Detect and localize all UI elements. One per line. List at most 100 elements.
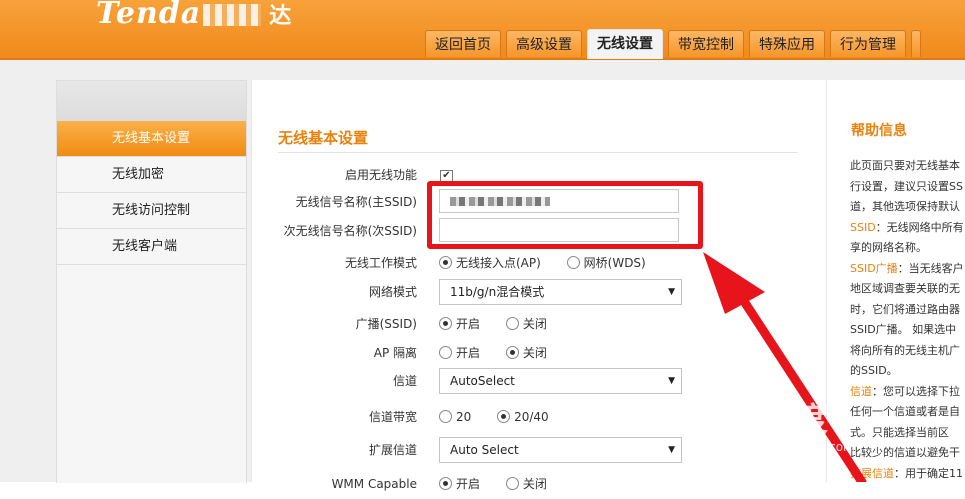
help-panel: 帮助信息 此页面只要对无线基本 行设置，建议只设置SS 道，其他选项保持默认 S… (826, 80, 965, 482)
mode-wds-option[interactable]: 网桥(WDS) (566, 248, 646, 278)
netmode-value: 11b/g/n混合模式 (450, 285, 545, 299)
logo-suffix: 达 (269, 3, 293, 29)
help-line: 扩展信道：用于确定11 (850, 464, 965, 483)
sidebar-item-clients[interactable]: 无线客户端 (57, 229, 246, 265)
row-net-mode: 网络模式 11b/g/n混合模式 ▼ (252, 277, 827, 307)
chevron-down-icon: ▼ (668, 287, 675, 297)
sidebar-item-wireless-basic[interactable]: 无线基本设置 (57, 121, 246, 157)
wmm-off-option[interactable]: 关闭 (505, 469, 547, 499)
netmode-select[interactable]: 11b/g/n混合模式 ▼ (439, 279, 682, 305)
help-line: 信道：您可以选择下拉 (850, 382, 965, 403)
ap-iso-on-radio[interactable] (439, 346, 452, 359)
bw-20-option[interactable]: 20 (439, 402, 471, 432)
ext-channel-value: Auto Select (450, 443, 519, 457)
help-line: 此页面只要对无线基本 (850, 159, 960, 172)
sidebar: 无线基本设置 无线加密 无线访问控制 无线客户端 (56, 80, 247, 483)
tab-wireless[interactable]: 无线设置 (587, 29, 663, 59)
mode-ap-text: 无线接入点(AP) (456, 256, 541, 270)
ssid2-label: 次无线信号名称(次SSID) (283, 224, 417, 238)
section-divider (278, 152, 798, 153)
mode-radio-group: 无线接入点(AP) 网桥(WDS) (439, 248, 668, 278)
ap-iso-off-text: 关闭 (522, 346, 547, 360)
mode-wds-radio[interactable] (566, 256, 580, 269)
help-line: 式。只能选择当前区 (850, 425, 949, 439)
main-content: 无线基本设置 启用无线功能 ✔ 无线信号名称(主SSID) 次无线信号名称(次S… (251, 80, 827, 491)
wmm-on-radio[interactable] (439, 477, 452, 490)
help-keyword: SSID广播 (850, 261, 898, 275)
tab-more[interactable] (911, 30, 921, 57)
ap-iso-on-option[interactable]: 开启 (439, 338, 480, 368)
tab-behavior[interactable]: 行为管理 (830, 30, 906, 57)
tab-home[interactable]: 返回首页 (425, 30, 501, 57)
help-line: 享的网络名称。 (850, 241, 927, 254)
wmm-label: WMM Capable (331, 477, 417, 491)
help-line: 行设置，建议只设置SS (850, 179, 963, 193)
tab-advanced[interactable]: 高级设置 (506, 30, 582, 57)
help-line: 地区域调查要关联的无 (850, 282, 960, 295)
help-line: SSID广播。 如果选中 (850, 323, 957, 336)
help-line: SSID：无线网络中所有 (850, 218, 965, 239)
row-broadcast: 广播(SSID) 开启 关闭 (252, 309, 827, 339)
logo-text: Tenda (96, 0, 202, 31)
mode-wds-text: 网桥(WDS) (583, 256, 646, 270)
help-line-text: ：当无线客户 (897, 261, 964, 275)
row-work-mode: 无线工作模式 无线接入点(AP) 网桥(WDS) (252, 248, 827, 278)
ap-iso-on-text: 开启 (456, 346, 481, 360)
bw-2040-text: 20/40 (514, 410, 549, 424)
row-bandwidth: 信道带宽 20 20/40 (252, 402, 827, 432)
router-header: Tenda 达 返回首页 高级设置 无线设置 带宽控制 特殊应用 行为管理 (0, 0, 965, 60)
help-line: 将向所有的无线主机广 (850, 343, 960, 357)
row-ext-channel: 扩展信道 Auto Select ▼ (252, 435, 827, 465)
highlight-box (427, 181, 703, 249)
wmm-on-text: 开启 (456, 477, 481, 491)
tab-bandwidth[interactable]: 带宽控制 (668, 30, 744, 57)
help-line: SSID广播：当无线客户 (850, 259, 965, 280)
broadcast-on-radio[interactable] (439, 317, 452, 330)
help-keyword: 扩展信道 (850, 466, 894, 480)
mode-label: 无线工作模式 (344, 256, 417, 270)
help-line: 道，其他选项保持默认 (850, 200, 960, 213)
chevron-down-icon: ▼ (668, 445, 675, 455)
sidebar-header (57, 81, 246, 121)
wmm-on-option[interactable]: 开启 (439, 469, 480, 499)
help-line-text: ：您可以选择下拉 (872, 384, 960, 398)
bw-2040-radio[interactable] (497, 410, 511, 423)
enable-label: 启用无线功能 (344, 168, 417, 182)
broadcast-on-text: 开启 (456, 317, 481, 331)
ap-iso-label: AP 隔离 (373, 346, 417, 360)
wmm-off-text: 关闭 (522, 477, 547, 491)
help-line-text: ：无线网络中所有 (875, 220, 964, 234)
wmm-off-radio[interactable] (505, 477, 519, 490)
main-tabs: 返回首页 高级设置 无线设置 带宽控制 特殊应用 行为管理 (425, 29, 926, 59)
sidebar-item-access-control[interactable]: 无线访问控制 (57, 193, 246, 229)
ap-iso-off-radio[interactable] (505, 346, 519, 359)
ext-channel-select[interactable]: Auto Select ▼ (439, 437, 682, 463)
logo-blur (203, 4, 262, 26)
ap-iso-radio-group: 开启 关闭 (439, 338, 569, 368)
bw-20-radio[interactable] (439, 410, 452, 423)
help-keyword: SSID (850, 220, 876, 234)
help-line: 比较少的信道以避免干 (850, 446, 960, 459)
watermark-url: jingyan.baidu.com (744, 440, 855, 454)
row-ap-isolation: AP 隔离 开启 关闭 (252, 338, 827, 368)
broadcast-radio-group: 开启 关闭 (439, 309, 569, 339)
broadcast-off-option[interactable]: 关闭 (505, 309, 547, 339)
tab-special[interactable]: 特殊应用 (749, 30, 825, 57)
help-line: 的SSID。 (850, 364, 898, 377)
broadcast-off-radio[interactable] (505, 317, 519, 330)
channel-select[interactable]: AutoSelect ▼ (439, 368, 682, 394)
ap-iso-off-option[interactable]: 关闭 (505, 338, 547, 368)
help-line: 任何一个信道或者是自 (850, 405, 960, 418)
broadcast-off-text: 关闭 (522, 317, 547, 331)
watermark-logo: Bai度 (742, 400, 828, 438)
brand-logo: Tenda 达 (96, 0, 292, 31)
bw-2040-option[interactable]: 20/40 (497, 402, 549, 432)
broadcast-on-option[interactable]: 开启 (439, 309, 480, 339)
mode-ap-option[interactable]: 无线接入点(AP) (439, 248, 541, 278)
channel-label: 信道 (392, 374, 417, 388)
ssid-label: 无线信号名称(主SSID) (295, 195, 417, 209)
ext-channel-label: 扩展信道 (368, 443, 417, 457)
sidebar-item-wireless-encryption[interactable]: 无线加密 (57, 157, 246, 193)
wmm-radio-group: 开启 关闭 (439, 469, 569, 499)
mode-ap-radio[interactable] (439, 256, 452, 269)
